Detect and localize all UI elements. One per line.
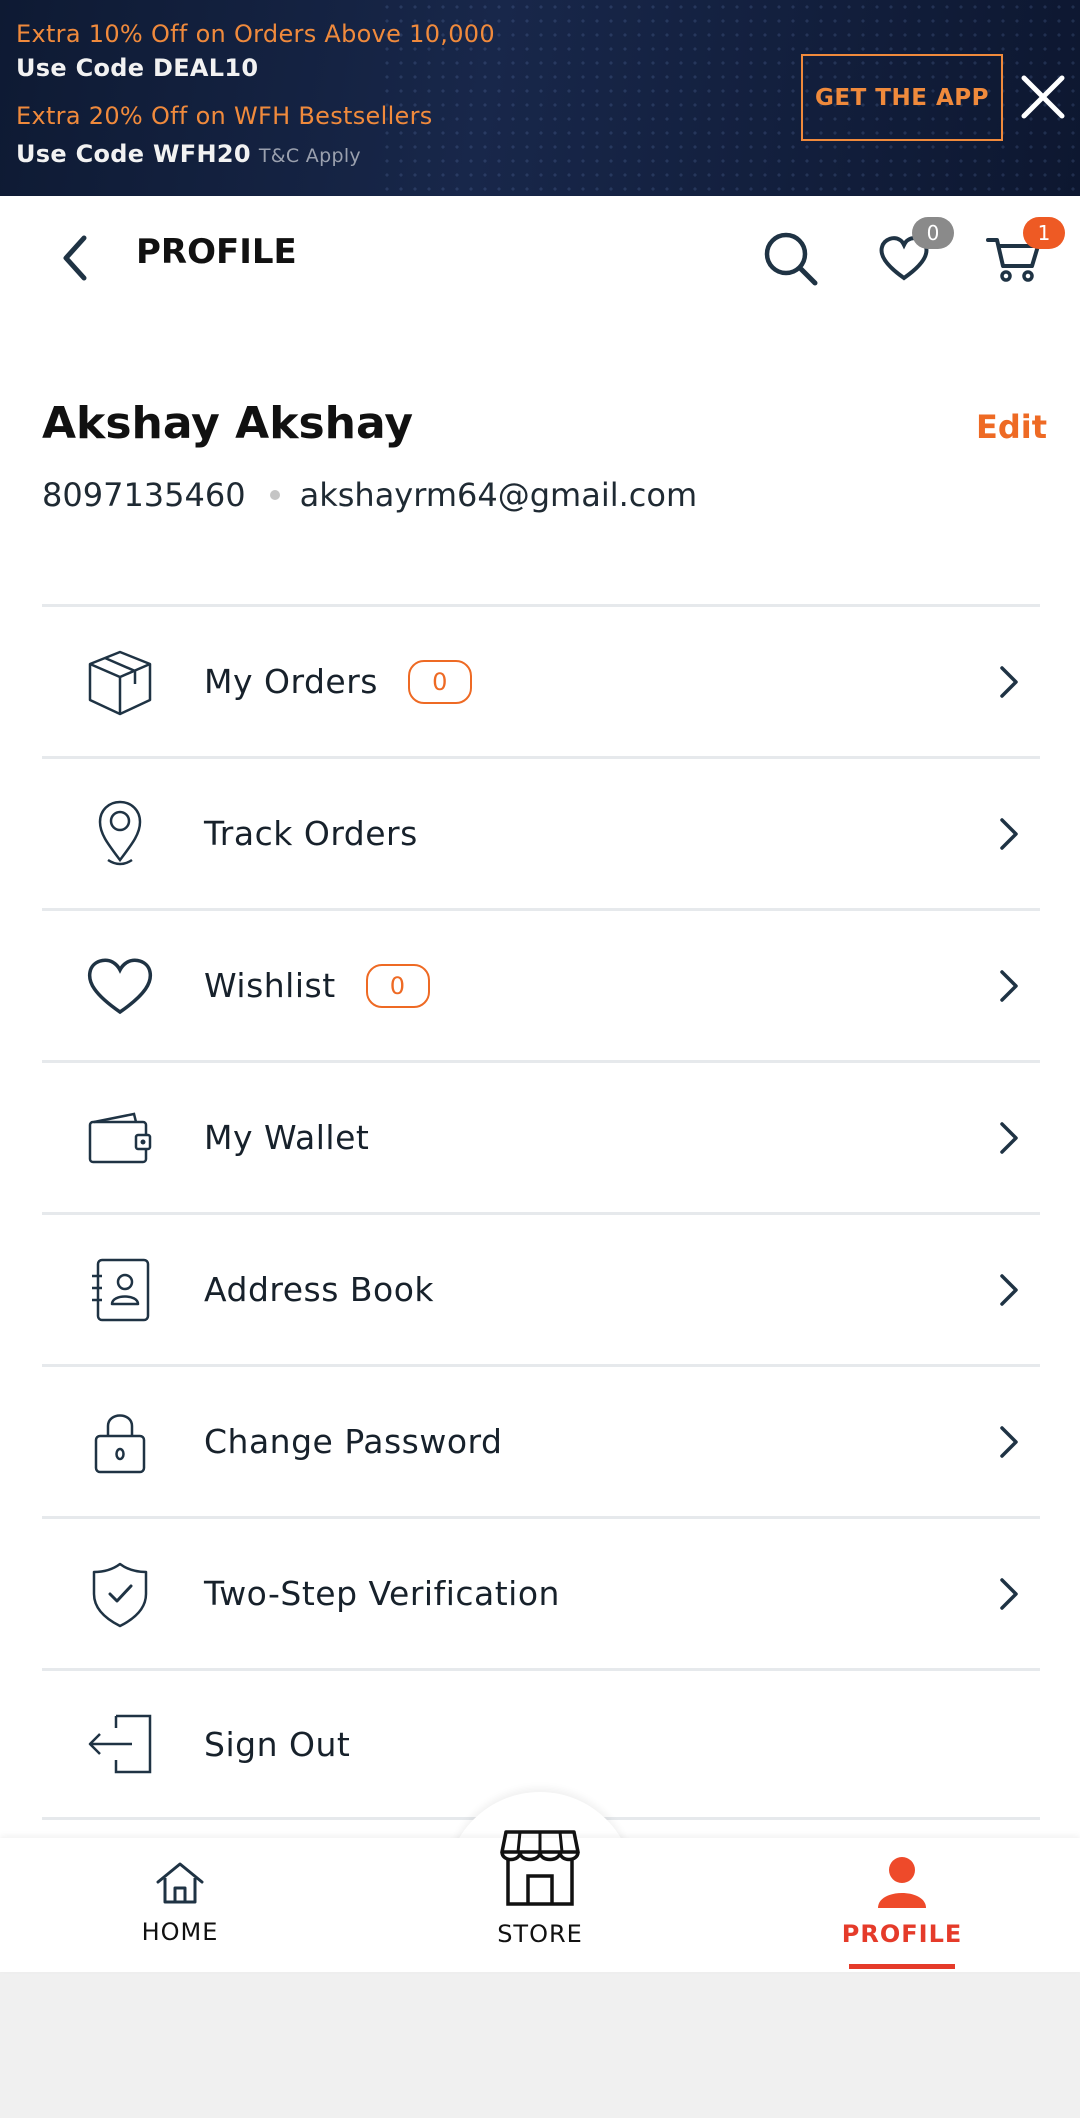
wishlist-count-badge: 0 — [912, 217, 954, 249]
menu-label: Track Orders — [204, 814, 418, 853]
promo-line-1: Extra 10% Off on Orders Above 10,000 — [16, 20, 495, 48]
menu-label: My Orders 0 — [204, 659, 472, 704]
menu-label: Change Password — [204, 1422, 502, 1461]
nav-home[interactable]: HOME — [138, 1858, 222, 1946]
contact-info: 8097135460 akshayrm64@gmail.com — [42, 476, 697, 514]
separator-dot — [269, 490, 280, 500]
home-icon — [156, 1862, 204, 1904]
chevron-right-icon — [1000, 969, 1018, 1002]
menu-label: Address Book — [204, 1270, 434, 1309]
active-tab-indicator — [849, 1964, 955, 1969]
heart-icon — [87, 958, 153, 1014]
menu-item-track-orders[interactable]: Track Orders — [42, 756, 1040, 908]
track-orders-label: Track Orders — [204, 814, 418, 853]
chevron-right-icon — [1000, 1273, 1018, 1306]
promo-code-2: Use Code WFH20 T&C Apply — [16, 140, 361, 168]
phone-number: 8097135460 — [42, 476, 246, 514]
nav-home-label: HOME — [141, 1918, 219, 1946]
nav-store-label: STORE — [497, 1920, 583, 1948]
wishlist-label: Wishlist — [204, 966, 336, 1005]
menu-label: Wishlist 0 — [204, 963, 430, 1008]
chevron-right-icon — [1000, 817, 1018, 850]
box-icon — [88, 650, 152, 715]
sign-out-icon — [88, 1714, 152, 1774]
nav-profile-label: PROFILE — [841, 1920, 963, 1948]
menu-item-my-orders[interactable]: My Orders 0 — [42, 604, 1040, 756]
menu-item-my-wallet[interactable]: My Wallet — [42, 1060, 1040, 1212]
store-icon — [500, 1830, 580, 1906]
promo-banner: Extra 10% Off on Orders Above 10,000 Use… — [0, 0, 1080, 196]
menu-item-address-book[interactable]: Address Book — [42, 1212, 1040, 1364]
wishlist-count: 0 — [365, 963, 430, 1008]
get-the-app-button[interactable]: GET THE APP — [801, 54, 1003, 141]
search-icon[interactable] — [760, 228, 822, 290]
edit-profile-link[interactable]: Edit — [976, 408, 1047, 446]
user-icon — [878, 1857, 926, 1908]
my-wallet-label: My Wallet — [204, 1118, 370, 1157]
address-book-icon — [92, 1258, 150, 1321]
address-book-label: Address Book — [204, 1270, 435, 1309]
nav-store[interactable]: STORE — [494, 1828, 586, 1948]
my-orders-label: My Orders — [204, 662, 378, 701]
orders-count-badge: 0 — [407, 659, 472, 704]
change-password-label: Change Password — [204, 1422, 503, 1461]
menu-item-change-password[interactable]: Change Password — [42, 1364, 1040, 1516]
location-pin-icon — [98, 800, 142, 865]
promo-line-2: Extra 20% Off on WFH Bestsellers — [16, 102, 433, 130]
back-arrow-icon[interactable] — [50, 228, 106, 288]
profile-content: Akshay Akshay Edit 8097135460 akshayrm64… — [0, 318, 1080, 1838]
chevron-right-icon — [1000, 665, 1018, 698]
email-address: akshayrm64@gmail.com — [299, 476, 698, 514]
chevron-right-icon — [1000, 1577, 1018, 1610]
chevron-right-icon — [1000, 1425, 1018, 1458]
sign-out-label: Sign Out — [204, 1724, 351, 1764]
tc-note: T&C Apply — [258, 145, 361, 167]
profile-name: Akshay Akshay — [42, 398, 414, 449]
promo-code-1: Use Code DEAL10 — [16, 54, 259, 82]
page-title: PROFILE — [136, 232, 297, 272]
menu-label: Two-Step Verification — [204, 1574, 560, 1613]
chevron-right-icon — [1000, 1121, 1018, 1154]
promo-code-2-text: Use Code WFH20 — [16, 140, 251, 168]
menu-label: My Wallet — [204, 1118, 369, 1157]
wallet-icon — [88, 1112, 152, 1163]
shield-check-icon — [92, 1562, 148, 1627]
cart-count-badge: 1 — [1023, 217, 1065, 249]
nav-profile[interactable]: PROFILE — [841, 1854, 963, 1948]
top-header: PROFILE — [0, 196, 1080, 318]
menu-item-wishlist[interactable]: Wishlist 0 — [42, 908, 1040, 1060]
profile-menu: My Orders 0 Track Orders Wishlist 0 My W… — [42, 604, 1040, 1820]
menu-label: Sign Out — [204, 1725, 350, 1764]
close-icon[interactable] — [1016, 70, 1070, 124]
two-step-verification-label: Two-Step Verification — [204, 1574, 560, 1613]
menu-item-two-step-verification[interactable]: Two-Step Verification — [42, 1516, 1040, 1668]
lock-icon — [94, 1413, 146, 1473]
